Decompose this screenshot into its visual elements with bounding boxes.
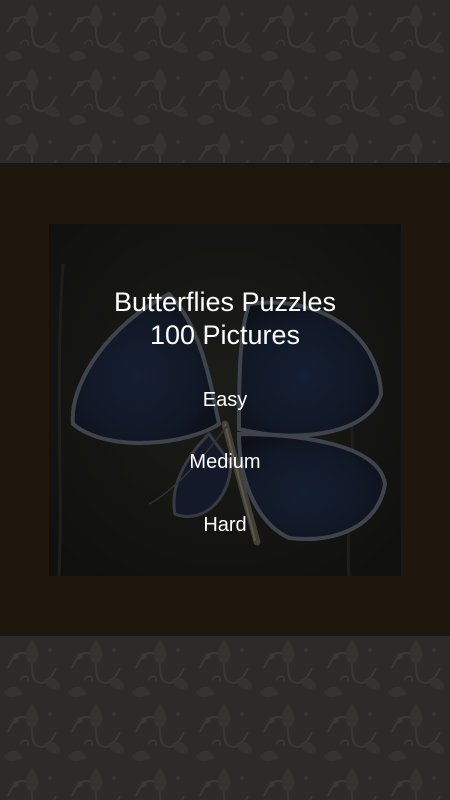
- picture-frame: Butterflies Puzzles 100 Pictures Easy Me…: [0, 163, 450, 636]
- menu-panel: Butterflies Puzzles 100 Pictures Easy Me…: [49, 224, 401, 576]
- app-subtitle: 100 Pictures: [149, 320, 301, 350]
- floral-pattern-top: [0, 0, 450, 163]
- medium-button[interactable]: Medium: [145, 443, 305, 481]
- app-screen: Butterflies Puzzles 100 Pictures Easy Me…: [0, 0, 450, 800]
- easy-button[interactable]: Easy: [145, 381, 305, 419]
- hard-button[interactable]: Hard: [145, 506, 305, 544]
- app-title: Butterflies Puzzles: [113, 287, 337, 317]
- floral-pattern-bottom: [0, 636, 450, 800]
